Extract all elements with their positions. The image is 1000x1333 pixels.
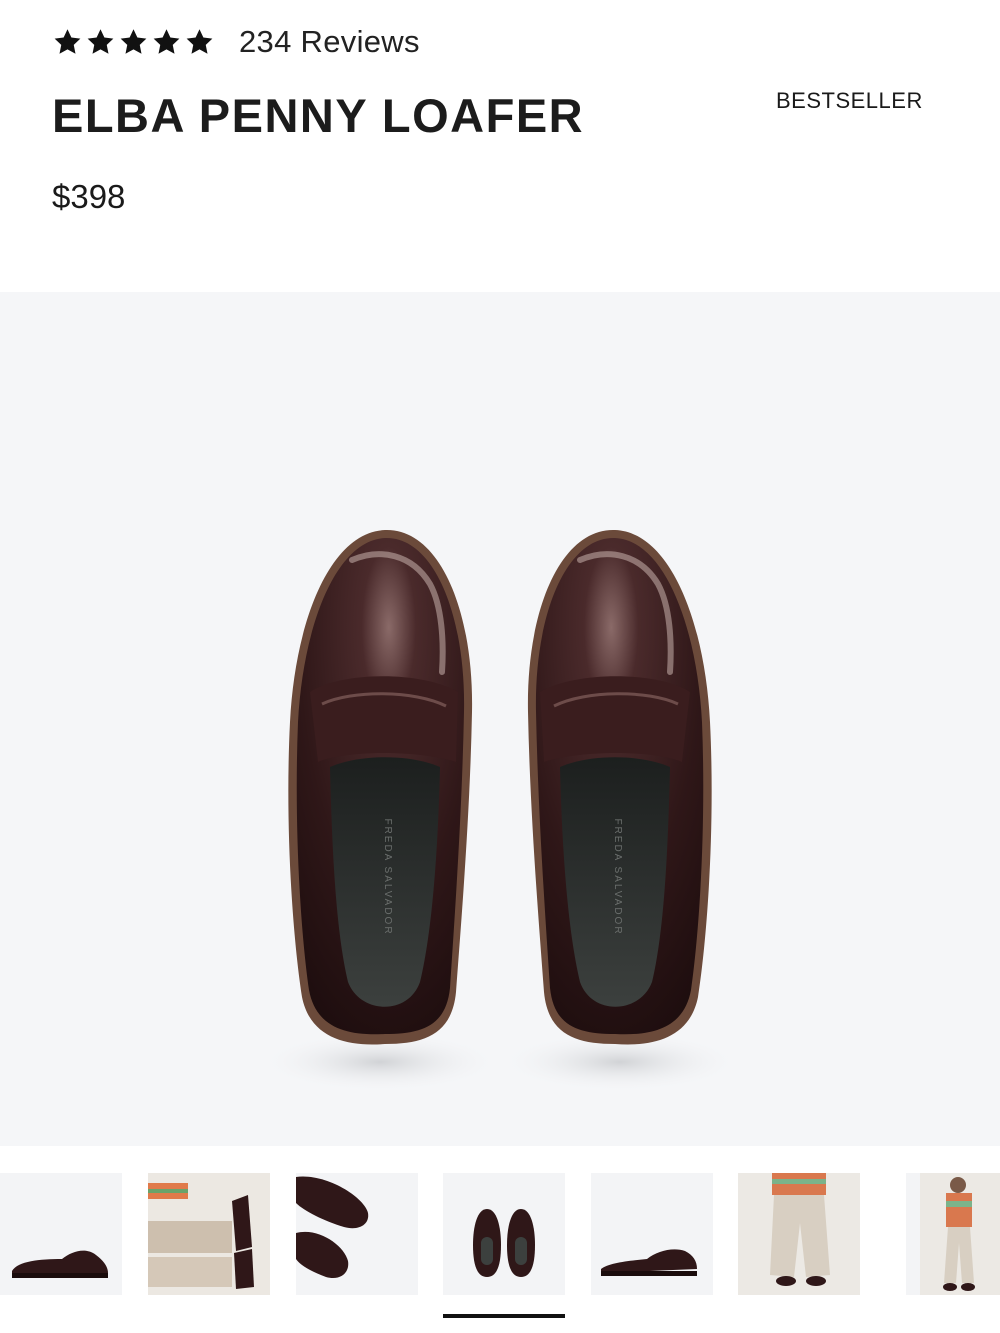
star-icon — [151, 27, 182, 57]
bestseller-badge: BESTSELLER — [776, 88, 923, 113]
thumbnail[interactable] — [148, 1173, 270, 1295]
thumbnail[interactable] — [906, 1173, 1000, 1295]
reviews-link[interactable]: 234 Reviews — [239, 24, 420, 60]
thumbnail[interactable] — [0, 1173, 122, 1295]
star-rating — [52, 27, 215, 57]
thumbnail[interactable] — [738, 1173, 860, 1295]
thumbnail-selected[interactable] — [443, 1173, 565, 1295]
star-icon — [52, 27, 83, 57]
selected-thumbnail-indicator — [443, 1314, 565, 1318]
product-price: $398 — [52, 178, 126, 215]
insole-brand-text: FREDA SALVADOR — [612, 818, 623, 935]
rating-row[interactable]: 234 Reviews — [52, 22, 420, 62]
star-icon — [85, 27, 116, 57]
gallery-thumbnails — [0, 1173, 1000, 1295]
insole-brand-text: FREDA SALVADOR — [382, 818, 393, 935]
product-title: ELBA PENNY LOAFER — [52, 89, 585, 142]
loafers-top-view-image: FREDA SALVADOR FREDA SALVADOR — [260, 529, 740, 1092]
star-icon — [184, 27, 215, 57]
thumbnail[interactable] — [296, 1173, 418, 1295]
thumbnail[interactable] — [591, 1173, 713, 1295]
product-hero-image[interactable]: FREDA SALVADOR FREDA SALVADOR — [0, 292, 1000, 1146]
star-icon — [118, 27, 149, 57]
